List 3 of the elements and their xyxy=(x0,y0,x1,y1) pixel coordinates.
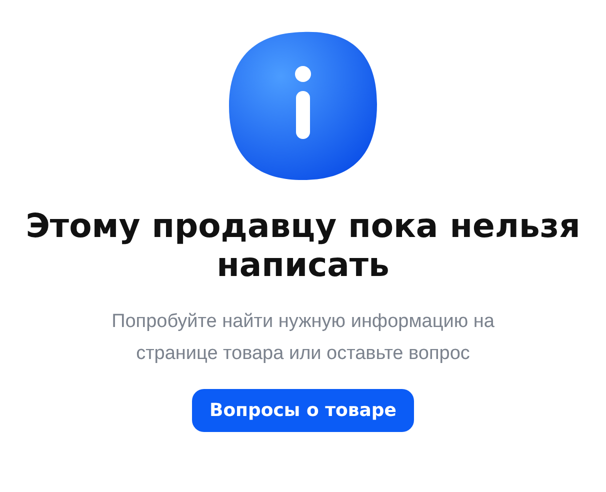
dialog-title: Этому продавцу пока нельзя написать xyxy=(24,206,582,284)
dialog-message: Попробуйте найти нужную информацию на странице товара или оставьте вопрос xyxy=(110,310,496,366)
questions-button[interactable]: Вопросы о товаре xyxy=(192,389,414,432)
